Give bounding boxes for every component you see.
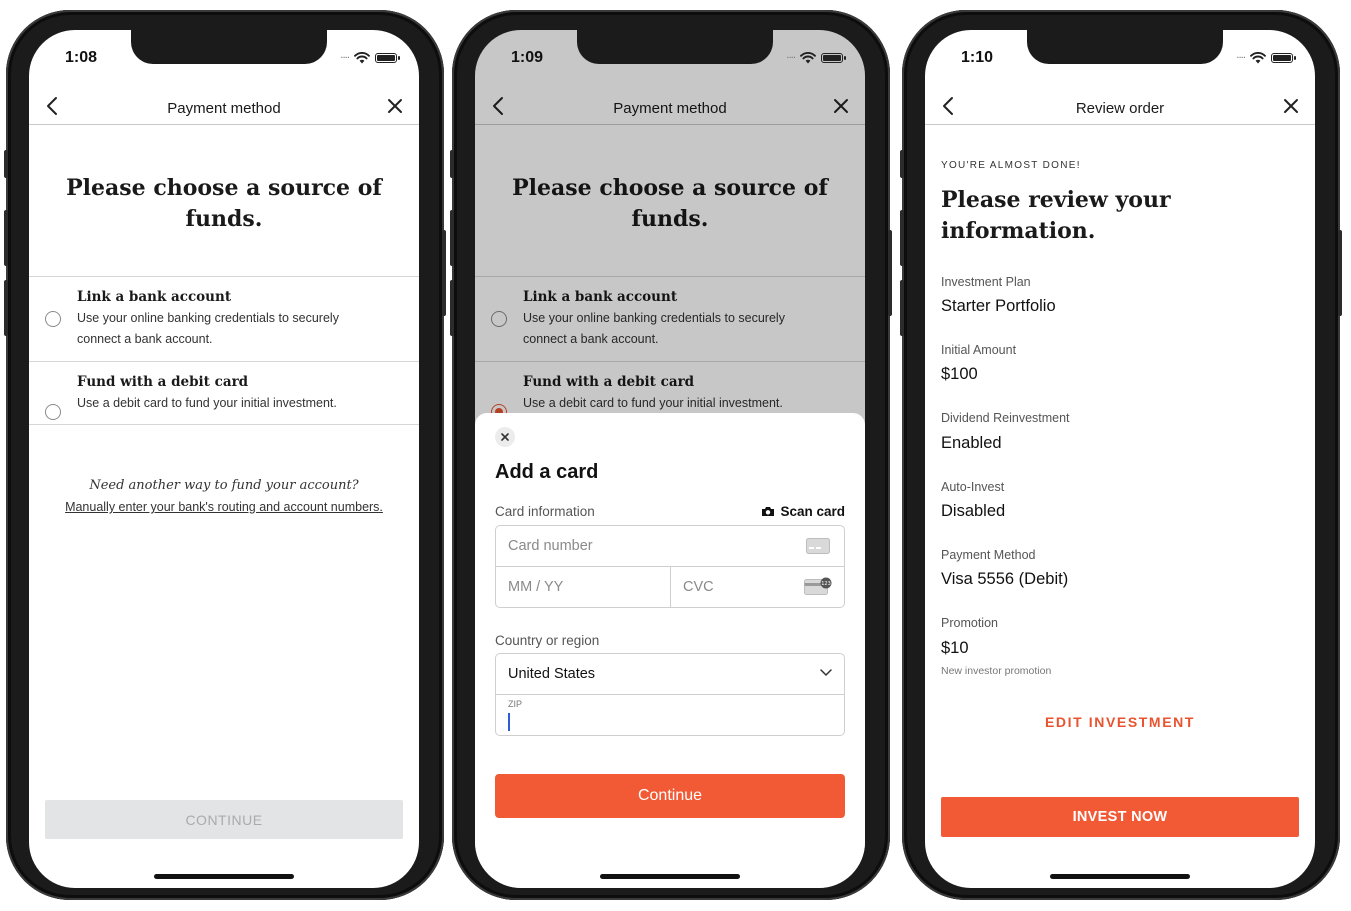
home-indicator [1050, 874, 1190, 879]
close-button[interactable] [383, 94, 407, 118]
cvc-field[interactable]: CVC 123 [671, 567, 844, 607]
home-indicator [154, 874, 294, 879]
camera-icon [762, 507, 775, 516]
phone-frame-review-order: 1:10 ···· Review order YOU'RE ALMOST DON… [900, 10, 1342, 900]
field-value-payment-method: Visa 5556 (Debit) [941, 570, 1069, 588]
battery-icon [375, 53, 400, 63]
add-card-sheet: Add a card Card information Scan card Ca… [475, 413, 865, 888]
nav-title: Review order [1075, 99, 1165, 117]
field-value-dividend-reinvestment: Enabled [941, 434, 1002, 452]
text-cursor [508, 713, 510, 731]
sheet-title: Add a card [495, 461, 599, 483]
card-number-placeholder: Card number [508, 538, 593, 554]
zip-label: ZIP [508, 699, 523, 709]
screen-add-card: 1:09 ···· Payment method Please choose a… [475, 30, 865, 888]
option-description: Use your online banking credentials to s… [77, 311, 339, 346]
option-debit-card[interactable]: Fund with a debit card Use a debit card … [29, 362, 419, 424]
continue-button[interactable]: CONTINUE [45, 800, 403, 839]
status-time: 1:09 [511, 49, 544, 66]
field-value-promotion: $10 [941, 639, 969, 657]
screen-review-order: 1:10 ···· Review order YOU'RE ALMOST DON… [925, 30, 1315, 888]
status-icons: ···· [1236, 52, 1296, 64]
close-button[interactable] [1279, 94, 1303, 118]
option-title: Fund with a debit card [77, 374, 249, 390]
signal-icon: ···· [1236, 52, 1246, 64]
field-value-auto-invest: Disabled [941, 502, 1006, 520]
phone-frame-add-card: 1:09 ···· Payment method Please choose a… [450, 10, 892, 900]
nav-bar: Payment method [29, 92, 419, 125]
page-heading: Please choose a source of funds. [66, 175, 382, 232]
country-value: United States [508, 666, 596, 682]
option-description: Use a debit card to fund your initial in… [77, 396, 337, 410]
field-label-investment-plan: Investment Plan [941, 275, 1031, 289]
alt-funding-prompt: Need another way to fund your account? [89, 478, 359, 493]
signal-icon: ···· [340, 52, 350, 64]
field-label-promotion: Promotion [941, 616, 998, 630]
eyebrow-text: YOU'RE ALMOST DONE! [941, 160, 1081, 171]
nav-title: Payment method [167, 99, 281, 117]
field-value-initial-amount: $100 [941, 365, 978, 383]
cvc-placeholder: CVC [683, 579, 714, 595]
close-icon [388, 99, 402, 113]
wifi-icon [800, 52, 816, 64]
divider [29, 424, 419, 425]
zip-field[interactable]: ZIP [496, 695, 844, 735]
back-button[interactable] [41, 94, 65, 118]
back-button[interactable] [937, 94, 961, 118]
chevron-left-icon [943, 97, 953, 115]
manual-entry-link[interactable]: Manually enter your bank's routing and a… [29, 500, 419, 514]
field-value-investment-plan: Starter Portfolio [941, 297, 1056, 315]
address-input-group: United States ZIP [495, 653, 845, 736]
chevron-down-icon [820, 669, 832, 676]
edit-investment-button[interactable]: EDIT INVESTMENT [925, 714, 1315, 730]
country-select[interactable]: United States [496, 654, 844, 695]
invest-now-button[interactable]: INVEST NOW [941, 797, 1299, 837]
wifi-icon [1250, 52, 1266, 64]
card-info-label: Card information [495, 504, 595, 519]
battery-icon [1271, 53, 1296, 63]
field-label-auto-invest: Auto-Invest [941, 480, 1005, 494]
card-input-group: Card number MM / YY CVC 123 [495, 525, 845, 608]
cvc-card-icon: 123 [804, 577, 832, 595]
status-time: 1:10 [961, 49, 994, 66]
notch [131, 30, 327, 64]
scan-card-label: Scan card [780, 504, 845, 519]
phone-frame-payment-method: 1:08 ···· Payment method Please choose a… [4, 10, 446, 900]
close-icon [501, 433, 509, 441]
sheet-close-button[interactable] [495, 427, 515, 447]
expiry-placeholder: MM / YY [508, 579, 564, 595]
field-label-initial-amount: Initial Amount [941, 343, 1017, 357]
signal-icon: ···· [786, 52, 796, 64]
wifi-icon [354, 52, 370, 64]
scan-card-button[interactable]: Scan card [761, 504, 845, 519]
field-label-payment-method: Payment Method [941, 548, 1036, 562]
option-link-bank[interactable]: Link a bank account Use your online bank… [29, 277, 419, 361]
status-time: 1:08 [65, 49, 98, 66]
credit-card-icon [806, 538, 830, 554]
card-number-field[interactable]: Card number [496, 526, 844, 567]
notch [1027, 30, 1223, 64]
svg-text:123: 123 [821, 581, 831, 587]
screen-payment-method: 1:08 ···· Payment method Please choose a… [29, 30, 419, 888]
expiry-field[interactable]: MM / YY [496, 567, 671, 607]
nav-bar: Review order [925, 92, 1315, 125]
status-icons: ···· [340, 52, 400, 64]
field-label-dividend-reinvestment: Dividend Reinvestment [941, 411, 1070, 425]
close-icon [1284, 99, 1298, 113]
promotion-note: New investor promotion [941, 665, 1052, 677]
page-heading: Please review your information. [941, 187, 1171, 244]
notch [577, 30, 773, 64]
battery-icon [821, 53, 846, 63]
radio-link-bank[interactable] [45, 311, 61, 327]
chevron-left-icon [47, 97, 57, 115]
sheet-continue-button[interactable]: Continue [495, 774, 845, 818]
country-label: Country or region [495, 633, 600, 648]
option-title: Link a bank account [77, 289, 232, 305]
radio-debit-card[interactable] [45, 404, 61, 420]
status-icons: ···· [786, 52, 846, 64]
home-indicator [600, 874, 740, 879]
